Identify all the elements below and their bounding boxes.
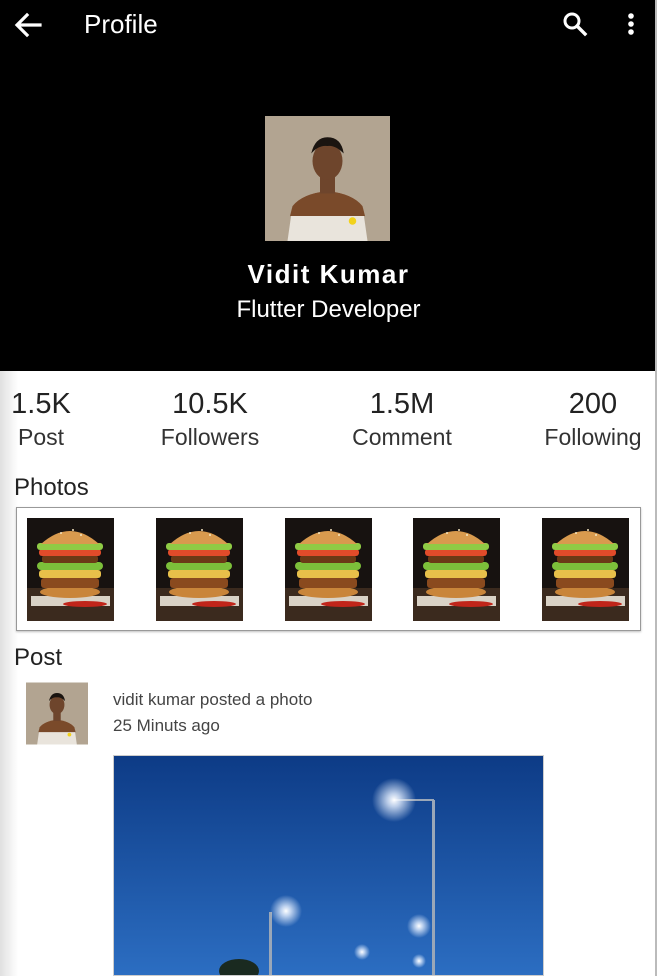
profile-role: Flutter Developer [236, 296, 421, 323]
stats-row: 1.5K Post 10.5K Followers 1.5M Comment 2… [0, 386, 657, 456]
post-image[interactable] [113, 755, 544, 976]
arrow-back-icon[interactable] [12, 10, 44, 40]
drawer-edge-shadow [0, 371, 18, 976]
post-author-avatar[interactable] [26, 682, 88, 745]
stat-following[interactable]: 200 Following [533, 386, 653, 452]
app-bar: Profile [0, 0, 657, 50]
photo-thumbnail[interactable] [27, 518, 114, 621]
stat-value: 1.5M [369, 388, 435, 420]
stat-label: Followers [160, 424, 260, 450]
stat-label: Post [17, 424, 65, 450]
stat-label: Comment [352, 424, 452, 450]
profile-name: Vidit Kumar [247, 259, 410, 289]
stat-value: 1.5K [11, 388, 71, 420]
stat-comments[interactable]: 1.5M Comment [337, 386, 467, 452]
stat-value: 200 [568, 388, 618, 420]
stat-followers[interactable]: 10.5K Followers [145, 386, 275, 452]
photo-thumbnail[interactable] [285, 518, 372, 621]
photos-section-title: Photos [14, 474, 89, 501]
post-timestamp: 25 Minuts ago [113, 716, 220, 735]
photo-thumbnail[interactable] [413, 518, 500, 621]
page-title: Profile [84, 9, 158, 39]
profile-header: Profile Vidit Kumar Flutter Developer [0, 0, 657, 371]
post-author-line: vidit kumar posted a photo [113, 690, 313, 709]
stat-value: 10.5K [172, 388, 248, 420]
stat-posts[interactable]: 1.5K Post [0, 386, 82, 452]
post-section-title: Post [14, 644, 63, 671]
photo-thumbnail[interactable] [156, 518, 243, 621]
search-icon[interactable] [561, 10, 589, 38]
photos-strip [16, 507, 641, 631]
stat-label: Following [544, 424, 642, 450]
photo-thumbnail[interactable] [542, 518, 629, 621]
more-vert-icon[interactable] [621, 10, 641, 40]
avatar[interactable] [265, 116, 390, 241]
